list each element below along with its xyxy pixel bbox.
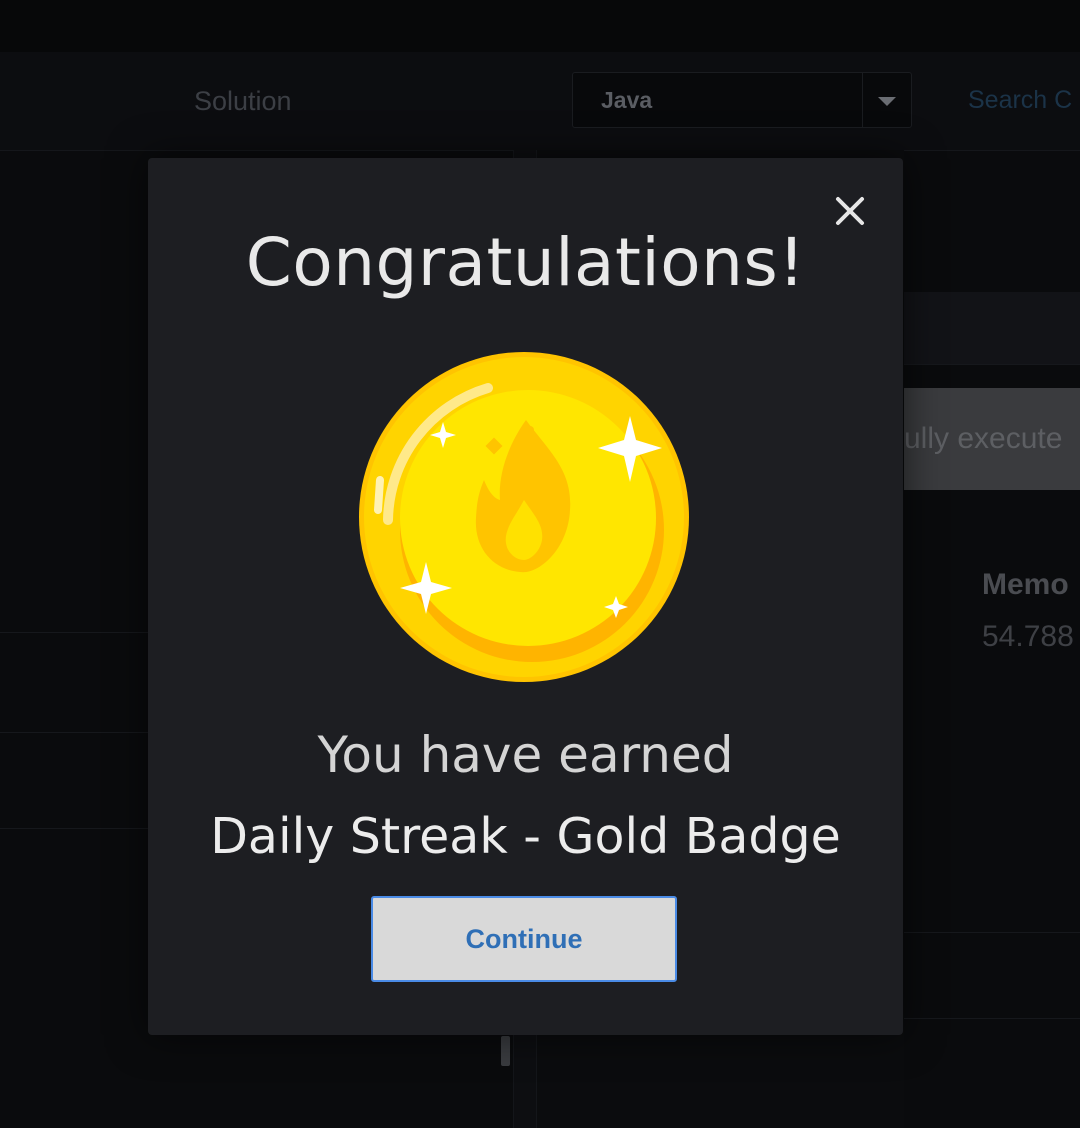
memory-value: 54.788 [982,620,1074,653]
language-select[interactable]: Java [572,72,912,128]
result-banner: ully execute [904,388,1080,490]
page: Solution Java Search C ully execute Memo… [0,0,1080,1128]
memory-label: Memo [982,568,1069,601]
chevron-down-icon [878,97,896,106]
search-link[interactable]: Search C [968,86,1072,115]
divider [0,632,150,633]
divider [904,932,1080,933]
top-bar [0,0,1080,52]
divider [904,1018,1080,1019]
result-text: ully execute [904,422,1063,455]
language-select-value: Java [601,87,653,113]
badge-earned-dialog: Congratulations! You have earned Daily S… [148,158,903,1035]
resize-handle[interactable] [501,1036,510,1066]
badge-name: Daily Streak - Gold Badge [210,808,841,865]
output-tabs-strip [904,292,1080,364]
continue-button[interactable]: Continue [371,896,677,982]
divider [904,364,1080,365]
divider [0,828,150,829]
divider [0,732,150,733]
gold-coin-flame-icon [359,352,689,682]
tab-solution[interactable]: Solution [194,86,292,117]
dialog-title: Congratulations! [245,224,806,301]
editor-toolbar [0,52,1080,151]
language-select-toggle[interactable] [862,73,911,127]
earned-text: You have earned [317,726,734,784]
